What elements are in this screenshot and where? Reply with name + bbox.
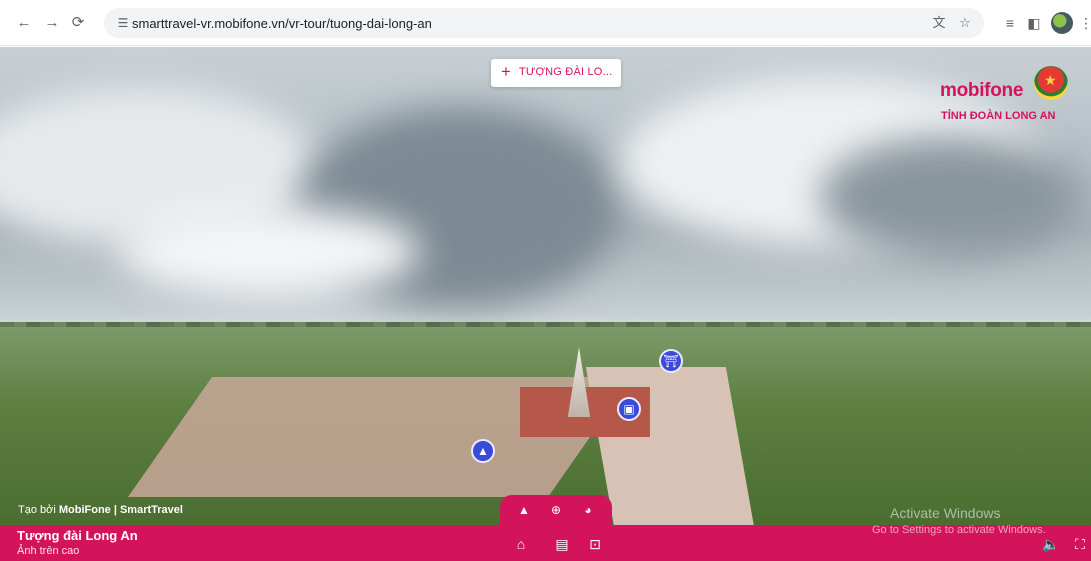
hotspot-monument-icon[interactable]: ▲ xyxy=(471,439,495,463)
back-icon[interactable]: ← xyxy=(14,13,34,33)
browser-toolbar: ← → ⟳ ☰ smarttravel-vr.mobifone.vn/vr-to… xyxy=(0,0,1091,46)
credit-text: Tạo bởi MobiFone | SmartTravel xyxy=(18,504,183,516)
view-mode-tab: ▲ ⊕ ◕ xyxy=(500,495,612,525)
site-settings-icon[interactable]: ☰ xyxy=(114,14,132,32)
panorama-viewport[interactable]: ⛩ ▣ ▲ xyxy=(0,47,1091,525)
side-panel-icon[interactable]: ◧ xyxy=(1024,13,1044,33)
activate-windows-hint: Go to Settings to activate Windows. xyxy=(872,524,1046,536)
mobifone-logo: mobifone xyxy=(940,80,1024,101)
cloud xyxy=(120,207,420,297)
url-text[interactable]: smarttravel-vr.mobifone.vn/vr-tour/tuong… xyxy=(132,16,432,31)
tour-title-button[interactable]: + TƯỢNG ĐÀI LO... xyxy=(491,59,621,87)
scene-title: Tượng đài Long An xyxy=(17,528,138,543)
mountain-icon[interactable]: ▲ xyxy=(516,502,532,518)
organization-name: TỈNH ĐOÀN LONG AN xyxy=(941,110,1056,122)
profile-icon[interactable] xyxy=(1051,12,1073,34)
home-icon[interactable]: ⌂ xyxy=(512,535,530,553)
translate-icon[interactable]: 文 xyxy=(930,14,948,32)
vr-headset-icon[interactable]: ⊡ xyxy=(586,535,604,553)
document-icon[interactable]: ▤ xyxy=(553,535,571,553)
fullscreen-icon[interactable]: ⛶ xyxy=(1071,535,1089,553)
hotspot-gate-icon[interactable]: ⛩ xyxy=(659,349,683,373)
youth-union-badge-icon: ★ xyxy=(1034,66,1068,100)
forward-icon[interactable]: → xyxy=(42,13,62,33)
globe-icon[interactable]: ⊕ xyxy=(548,502,564,518)
address-bar[interactable]: ☰ smarttravel-vr.mobifone.vn/vr-tour/tuo… xyxy=(104,8,984,38)
activate-windows-heading: Activate Windows xyxy=(890,505,1001,521)
reading-list-icon[interactable]: ≡ xyxy=(1000,13,1020,33)
plus-icon: + xyxy=(501,62,511,81)
scene-subtitle: Ảnh trên cao xyxy=(17,545,80,557)
more-icon[interactable]: ⋮ xyxy=(1076,13,1091,33)
star-icon[interactable]: ☆ xyxy=(956,14,974,32)
cloud xyxy=(820,137,1080,257)
tour-title-label: TƯỢNG ĐÀI LO... xyxy=(519,66,613,78)
compass-icon[interactable]: ◕ xyxy=(580,502,596,518)
hotspot-building-icon[interactable]: ▣ xyxy=(617,397,641,421)
sound-icon[interactable]: 🔈 xyxy=(1042,535,1060,553)
reload-icon[interactable]: ⟳ xyxy=(68,13,88,33)
